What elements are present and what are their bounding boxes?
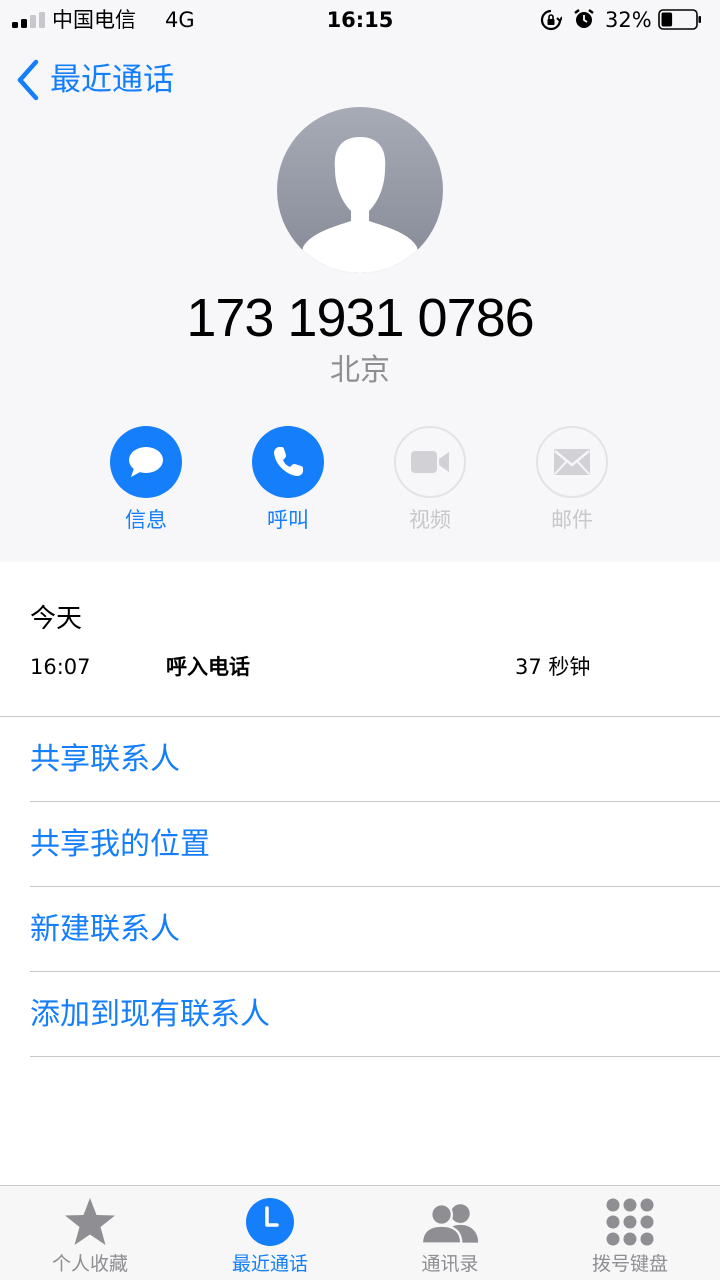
mail-button[interactable]: 邮件 [517, 426, 627, 534]
battery-icon [658, 9, 701, 30]
video-button-label: 视频 [409, 508, 451, 532]
mail-button-label: 邮件 [551, 508, 593, 532]
alarm-icon [574, 9, 594, 28]
battery-percent: 32% [605, 8, 652, 32]
back-button[interactable]: 最近通话 [16, 58, 174, 102]
status-bar: 中国电信 4G 16:15 32% [0, 0, 720, 40]
new-contact-option[interactable]: 新建联系人 [0, 887, 720, 972]
tab-favorites-label: 个人收藏 [51, 1253, 128, 1275]
call-log-time: 16:07 [30, 655, 91, 679]
call-log-duration: 37 秒钟 [515, 655, 591, 679]
tab-contacts-label: 通讯录 [421, 1253, 479, 1275]
call-log-date: 今天 [30, 604, 83, 634]
message-button-circle[interactable] [110, 426, 182, 498]
video-button[interactable]: 视频 [375, 426, 485, 534]
new-contact-label: 新建联系人 [30, 912, 180, 947]
phone-icon [274, 447, 303, 476]
message-button-label: 信息 [125, 508, 167, 532]
tab-bar: 个人收藏 最近通话 通讯录 拨号键盘 [0, 1185, 720, 1280]
tab-favorites[interactable]: 个人收藏 [0, 1186, 180, 1281]
call-button-label: 呼叫 [267, 508, 309, 532]
tab-contacts[interactable]: 通讯录 [360, 1186, 540, 1281]
call-button-circle[interactable] [252, 426, 324, 498]
video-button-circle[interactable] [394, 426, 466, 498]
call-button[interactable]: 呼叫 [233, 426, 343, 534]
divider [30, 1056, 720, 1057]
clock-icon [246, 1198, 294, 1246]
share-contact-label: 共享联系人 [30, 742, 180, 777]
tab-recents-label: 最近通话 [231, 1253, 308, 1275]
tab-recents[interactable]: 最近通话 [180, 1186, 360, 1281]
video-camera-icon [411, 451, 449, 473]
back-button-label: 最近通话 [50, 62, 174, 98]
contacts-icon [420, 1203, 479, 1245]
message-button[interactable]: 信息 [91, 426, 201, 534]
add-to-existing-contact-label: 添加到现有联系人 [30, 997, 270, 1032]
share-location-option[interactable]: 共享我的位置 [0, 802, 720, 887]
mail-button-circle[interactable] [536, 426, 608, 498]
keypad-icon [606, 1198, 654, 1246]
call-log-type: 呼入电话 [166, 655, 250, 679]
tab-keypad-label: 拨号键盘 [591, 1253, 668, 1275]
phone-number[interactable]: 173 1931 0786 [0, 284, 720, 352]
chevron-left-icon [17, 59, 39, 101]
battery-fill [661, 12, 673, 27]
message-bubble-icon [129, 447, 163, 477]
add-to-existing-contact-option[interactable]: 添加到现有联系人 [0, 972, 720, 1057]
person-silhouette-icon [277, 107, 443, 273]
mail-icon [554, 449, 590, 475]
share-contact-option[interactable]: 共享联系人 [0, 717, 720, 802]
rotation-lock-icon [540, 9, 562, 31]
tab-keypad[interactable]: 拨号键盘 [540, 1186, 720, 1281]
phone-location: 北京 [330, 353, 390, 388]
star-icon [65, 1198, 115, 1245]
share-location-label: 共享我的位置 [30, 827, 210, 862]
call-log-entry: 16:07 呼入电话 37 秒钟 [0, 652, 720, 682]
